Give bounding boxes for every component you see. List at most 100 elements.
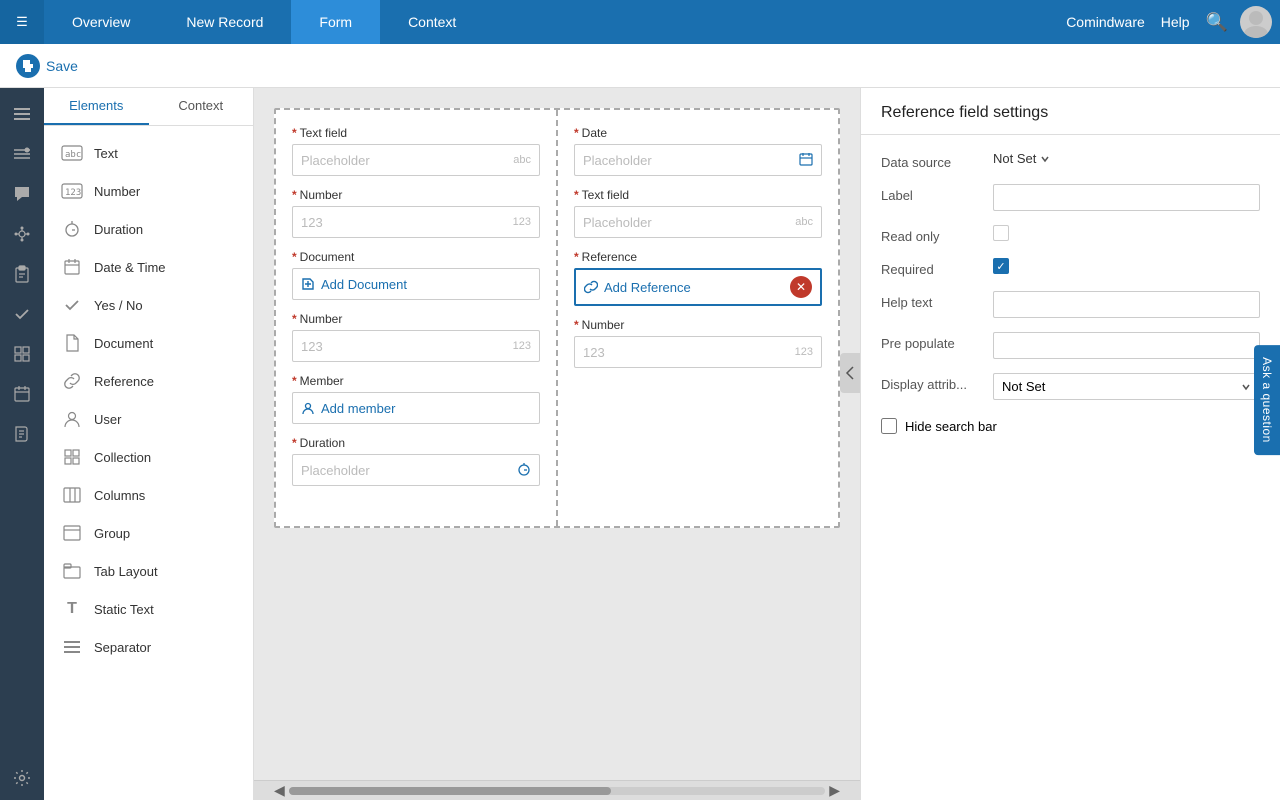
- scroll-right-arrow[interactable]: ▶: [825, 782, 844, 799]
- sidebar-grid-icon[interactable]: [4, 336, 40, 372]
- main-layout: Elements Context abc Text 123 Number: [0, 88, 1280, 800]
- label-row: Label: [881, 184, 1260, 211]
- sidebar-chat-icon[interactable]: [4, 176, 40, 212]
- tab-elements[interactable]: Elements: [44, 88, 149, 125]
- add-member-btn[interactable]: Add member: [301, 401, 395, 416]
- field-label-text-1: * Text field: [292, 126, 540, 140]
- save-bar: Save: [0, 44, 1280, 88]
- field-group-duration-1: * Duration Placeholder: [292, 436, 540, 486]
- tab-context[interactable]: Context: [380, 0, 484, 44]
- form-left-column: * Text field Placeholder abc * Number: [276, 110, 556, 526]
- list-item[interactable]: Tab Layout: [44, 552, 253, 590]
- svg-text:abc: abc: [65, 150, 81, 160]
- required-checkbox[interactable]: ✓: [993, 258, 1009, 274]
- sidebar-calendar-icon[interactable]: [4, 376, 40, 412]
- canvas-area: * Text field Placeholder abc * Number: [254, 88, 860, 800]
- label-label: Label: [881, 184, 981, 203]
- scrollbar-thumb[interactable]: [289, 787, 611, 795]
- field-input-duration-1[interactable]: Placeholder: [292, 454, 540, 486]
- field-input-textfield-right-1[interactable]: Placeholder abc: [574, 206, 822, 238]
- help-text-row: Help text: [881, 291, 1260, 318]
- sidebar-clipboard-icon[interactable]: [4, 256, 40, 292]
- save-icon: [16, 54, 40, 78]
- sidebar-list-icon[interactable]: [4, 96, 40, 132]
- list-item[interactable]: Duration: [44, 210, 253, 248]
- list-item[interactable]: Separator: [44, 628, 253, 666]
- text-element-icon: abc: [60, 141, 84, 165]
- list-item[interactable]: User: [44, 400, 253, 438]
- list-item[interactable]: T Static Text: [44, 590, 253, 628]
- toggle-panel-button[interactable]: [840, 353, 860, 393]
- text-type-icon-right: abc: [795, 216, 813, 228]
- tab-overview[interactable]: Overview: [44, 0, 158, 44]
- field-input-text-1[interactable]: Placeholder abc: [292, 144, 540, 176]
- tab-new-record[interactable]: New Record: [158, 0, 291, 44]
- add-document-btn[interactable]: Add Document: [301, 277, 407, 292]
- field-input-reference-1[interactable]: Add Reference ✕: [574, 268, 822, 306]
- data-source-dropdown[interactable]: Not Set: [993, 151, 1260, 166]
- label-input[interactable]: [993, 184, 1260, 211]
- hamburger-button[interactable]: ☰: [0, 0, 44, 44]
- list-item[interactable]: 123 Number: [44, 172, 253, 210]
- sidebar-book-icon[interactable]: [4, 416, 40, 452]
- statictext-element-icon: T: [60, 597, 84, 621]
- help-text-value: [993, 291, 1260, 318]
- list-item[interactable]: Columns: [44, 476, 253, 514]
- list-item[interactable]: Date & Time: [44, 248, 253, 286]
- tab-context-panel[interactable]: Context: [149, 88, 254, 125]
- help-text-input[interactable]: [993, 291, 1260, 318]
- read-only-label: Read only: [881, 225, 981, 244]
- field-group-member-1: * Member Add member: [292, 374, 540, 424]
- help-link[interactable]: Help: [1161, 14, 1190, 30]
- add-reference-btn[interactable]: Add Reference: [584, 280, 691, 295]
- field-input-document-1[interactable]: Add Document: [292, 268, 540, 300]
- scroll-left-arrow[interactable]: ◀: [270, 782, 289, 799]
- number-type-icon-3: 123: [795, 346, 813, 358]
- search-icon[interactable]: 🔍: [1206, 12, 1228, 33]
- svg-text:123: 123: [65, 188, 81, 198]
- field-group-number-1: * Number 123 123: [292, 188, 540, 238]
- field-input-date-1[interactable]: Placeholder: [574, 144, 822, 176]
- settings-form: Data source Not Set Label Read only: [861, 135, 1280, 450]
- elements-panel: Elements Context abc Text 123 Number: [44, 88, 254, 800]
- scrollbar-track[interactable]: [289, 787, 825, 795]
- sidebar-hub-icon[interactable]: [4, 216, 40, 252]
- group-element-icon: [60, 521, 84, 545]
- avatar[interactable]: [1240, 6, 1272, 38]
- field-label-number-1: * Number: [292, 188, 540, 202]
- sidebar-lines-icon[interactable]: [4, 136, 40, 172]
- save-button[interactable]: Save: [16, 54, 78, 78]
- hamburger-icon: ☰: [16, 14, 28, 30]
- columns-element-icon: [60, 483, 84, 507]
- sidebar-settings-icon[interactable]: [4, 760, 40, 796]
- list-item[interactable]: Yes / No: [44, 286, 253, 324]
- field-input-member-1[interactable]: Add member: [292, 392, 540, 424]
- sidebar-check-icon[interactable]: [4, 296, 40, 332]
- list-item[interactable]: Group: [44, 514, 253, 552]
- field-input-number-2[interactable]: 123 123: [292, 330, 540, 362]
- field-input-number-1[interactable]: 123 123: [292, 206, 540, 238]
- reference-field-close-button[interactable]: ✕: [790, 276, 812, 298]
- list-item[interactable]: Reference: [44, 362, 253, 400]
- collection-element-icon: [60, 445, 84, 469]
- field-label-duration-1: * Duration: [292, 436, 540, 450]
- tab-form[interactable]: Form: [291, 0, 380, 44]
- pre-populate-label: Pre populate: [881, 332, 981, 351]
- list-item[interactable]: Document: [44, 324, 253, 362]
- elements-list: abc Text 123 Number Duration: [44, 126, 253, 800]
- data-source-value: Not Set: [993, 151, 1260, 166]
- read-only-value: [993, 225, 1260, 244]
- display-attrib-dropdown[interactable]: Not Set: [993, 373, 1260, 400]
- help-text-label: Help text: [881, 291, 981, 310]
- field-input-number-3[interactable]: 123 123: [574, 336, 822, 368]
- list-item[interactable]: abc Text: [44, 134, 253, 172]
- settings-panel: Reference field settings Data source Not…: [860, 88, 1280, 800]
- document-element-icon: [60, 331, 84, 355]
- list-item[interactable]: Collection: [44, 438, 253, 476]
- pre-populate-input[interactable]: [993, 332, 1260, 359]
- hide-search-bar-label: Hide search bar: [905, 419, 997, 434]
- ask-question-button[interactable]: Ask a question: [1254, 345, 1280, 455]
- display-attrib-row: Display attrib... Not Set: [881, 373, 1260, 400]
- read-only-checkbox[interactable]: [993, 225, 1009, 241]
- hide-search-bar-checkbox[interactable]: [881, 418, 897, 434]
